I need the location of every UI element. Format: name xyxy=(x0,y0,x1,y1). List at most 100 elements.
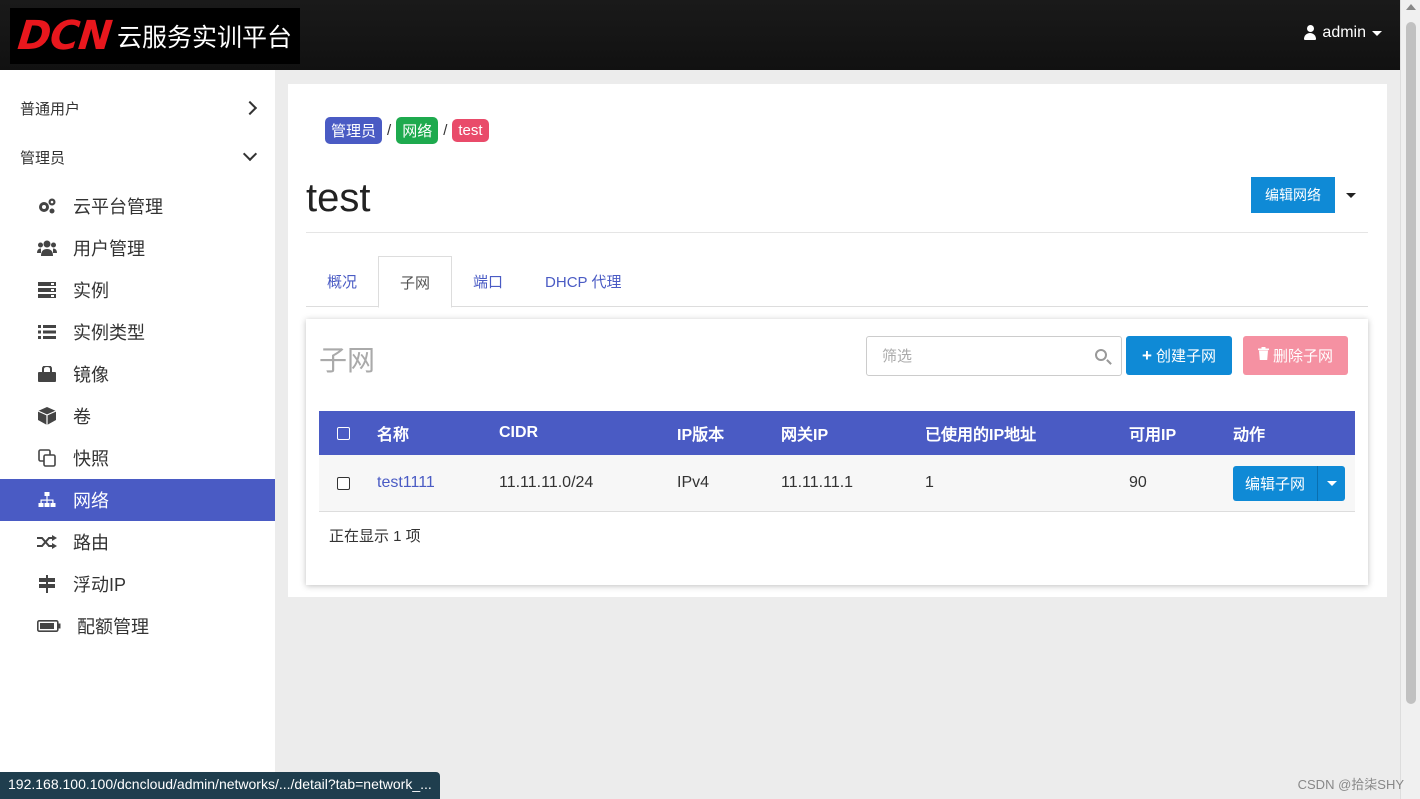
sidebar-item-label: 快照 xyxy=(73,449,109,469)
sidebar-item-label: 镜像 xyxy=(73,365,109,385)
chevron-down-icon xyxy=(242,146,258,162)
cell-available-ips: 90 xyxy=(1129,474,1147,491)
trash-icon xyxy=(1258,347,1269,364)
edit-subnet-button[interactable]: 编辑子网 xyxy=(1233,465,1318,501)
cube-icon xyxy=(37,406,57,426)
page-title: test xyxy=(306,176,371,220)
table-row: test1111 11.11.11.0/24 IPv4 11.11.11.1 1… xyxy=(319,455,1355,512)
sidebar-item-label: 浮动IP xyxy=(73,575,127,595)
sidebar-item-label: 卷 xyxy=(73,407,91,427)
image-icon xyxy=(37,364,57,384)
tab-overview[interactable]: 概况 xyxy=(306,256,378,307)
divider xyxy=(306,232,1368,233)
sidebar-item-cloud-platform[interactable]: 云平台管理 xyxy=(0,185,275,227)
subnets-panel: 子网 + 创建子网 删除子网 名称 CIDR IP版本 网关IP 已使用的IP地… xyxy=(306,319,1368,585)
scroll-up-arrow-icon[interactable] xyxy=(1406,4,1416,10)
caret-down-icon xyxy=(1372,30,1382,36)
sidebar-item-label: 实例 xyxy=(73,281,109,301)
sidebar-item-snapshots[interactable]: 快照 xyxy=(0,437,275,479)
breadcrumb-item-admin[interactable]: 管理员 xyxy=(325,117,383,144)
breadcrumb-item-current[interactable]: test xyxy=(452,119,489,142)
browser-status-url: 192.168.100.100/dcncloud/admin/networks/… xyxy=(0,772,440,799)
item-count: 正在显示 1 项 xyxy=(329,528,421,545)
subnets-table: 名称 CIDR IP版本 网关IP 已使用的IP地址 可用IP 动作 test1… xyxy=(319,411,1355,512)
delete-subnet-button[interactable]: 删除子网 xyxy=(1243,336,1349,375)
random-icon xyxy=(37,532,57,552)
copy-icon xyxy=(37,448,57,468)
cogs-icon xyxy=(37,196,57,216)
column-header-name[interactable]: 名称 xyxy=(377,421,499,445)
list-icon xyxy=(37,322,57,342)
tab-ports[interactable]: 端口 xyxy=(452,256,524,307)
edit-network-button[interactable]: 编辑网络 xyxy=(1251,177,1335,213)
server-icon xyxy=(37,280,57,300)
sidebar-item-floating-ip[interactable]: 浮动IP xyxy=(0,563,275,605)
tab-dhcp-agents[interactable]: DHCP 代理 xyxy=(524,256,642,307)
sidebar-item-images[interactable]: 镜像 xyxy=(0,353,275,395)
sidebar-item-label: 用户管理 xyxy=(73,239,145,259)
cell-ip-version: IPv4 xyxy=(677,474,710,491)
plus-icon: + xyxy=(1142,345,1152,365)
sidebar-item-label: 网络 xyxy=(73,491,109,511)
cell-gateway: 11.11.11.1 xyxy=(781,474,854,491)
sidebar-item-routers[interactable]: 路由 xyxy=(0,521,275,563)
column-header-ip-version[interactable]: IP版本 xyxy=(677,421,781,445)
sitemap-icon xyxy=(37,490,57,510)
breadcrumb-item-networks[interactable]: 网络 xyxy=(396,117,439,144)
column-header-used-ips[interactable]: 已使用的IP地址 xyxy=(925,421,1129,445)
select-all-checkbox[interactable] xyxy=(337,426,350,440)
row-action-dropdown-toggle[interactable] xyxy=(1317,465,1346,501)
row-action-group: 编辑子网 xyxy=(1233,465,1355,501)
battery-icon xyxy=(37,616,61,636)
column-header-gateway[interactable]: 网关IP xyxy=(781,421,925,445)
row-checkbox[interactable] xyxy=(337,476,350,490)
sidebar: 普通用户 管理员 云平台管理 用户管理 实例 实例类型 镜像 卷 快照 网络 路… xyxy=(0,70,275,799)
sidebar-item-flavors[interactable]: 实例类型 xyxy=(0,311,275,353)
vertical-scrollbar[interactable] xyxy=(1400,0,1420,799)
edit-network-button-group: 编辑网络 xyxy=(1251,177,1367,213)
breadcrumb-separator: / xyxy=(443,122,448,139)
sidebar-group-admin[interactable]: 管理员 xyxy=(0,132,275,182)
edit-network-dropdown-toggle[interactable] xyxy=(1335,177,1367,213)
sidebar-item-users[interactable]: 用户管理 xyxy=(0,227,275,269)
main-content: 管理员 / 网络 / test test 编辑网络 概况 子网 端口 DHCP … xyxy=(288,84,1387,597)
sidebar-item-instances[interactable]: 实例 xyxy=(0,269,275,311)
filter-input[interactable] xyxy=(882,347,1082,365)
column-header-cidr[interactable]: CIDR xyxy=(499,424,677,442)
filter-box xyxy=(866,336,1122,376)
sidebar-item-volumes[interactable]: 卷 xyxy=(0,395,275,437)
breadcrumb: 管理员 / 网络 / test xyxy=(325,117,489,144)
logo-mark: DCN xyxy=(15,13,114,59)
watermark: CSDN @拾柒SHY xyxy=(1297,777,1404,792)
brand-logo[interactable]: DCN 云服务实训平台 xyxy=(10,8,301,64)
cell-cidr: 11.11.11.0/24 xyxy=(499,474,594,491)
tab-bar: 概况 子网 端口 DHCP 代理 xyxy=(306,256,1368,308)
sidebar-group-label: 普通用户 xyxy=(20,100,81,118)
tab-subnets[interactable]: 子网 xyxy=(378,256,453,308)
sidebar-item-quotas[interactable]: 配额管理 xyxy=(0,605,275,647)
column-header-actions: 动作 xyxy=(1233,427,1266,444)
user-name: admin xyxy=(1322,24,1366,41)
create-subnet-label: 创建子网 xyxy=(1155,348,1216,365)
search-icon[interactable] xyxy=(1095,349,1107,361)
logo-text: 云服务实训平台 xyxy=(117,23,293,52)
column-header-available-ips[interactable]: 可用IP xyxy=(1129,421,1233,445)
subnet-name-link[interactable]: test1111 xyxy=(377,474,499,492)
user-menu[interactable]: admin xyxy=(1304,24,1382,42)
select-all-cell xyxy=(319,426,377,440)
sidebar-item-label: 云平台管理 xyxy=(73,197,163,217)
row-select-cell xyxy=(319,476,377,490)
panel-title: 子网 xyxy=(319,345,376,376)
sidebar-item-networks[interactable]: 网络 xyxy=(0,479,275,521)
caret-down-icon xyxy=(1326,480,1337,486)
users-icon xyxy=(37,238,57,258)
top-navbar: DCN 云服务实训平台 admin xyxy=(0,0,1400,70)
scroll-thumb[interactable] xyxy=(1406,22,1416,704)
create-subnet-button[interactable]: + 创建子网 xyxy=(1126,336,1232,375)
delete-subnet-label: 删除子网 xyxy=(1273,348,1334,365)
sidebar-group-user[interactable]: 普通用户 xyxy=(0,83,275,133)
table-header: 名称 CIDR IP版本 网关IP 已使用的IP地址 可用IP 动作 xyxy=(319,411,1355,455)
sidebar-group-label: 管理员 xyxy=(20,149,66,167)
chevron-right-icon xyxy=(242,100,258,116)
signs-icon xyxy=(37,574,57,594)
